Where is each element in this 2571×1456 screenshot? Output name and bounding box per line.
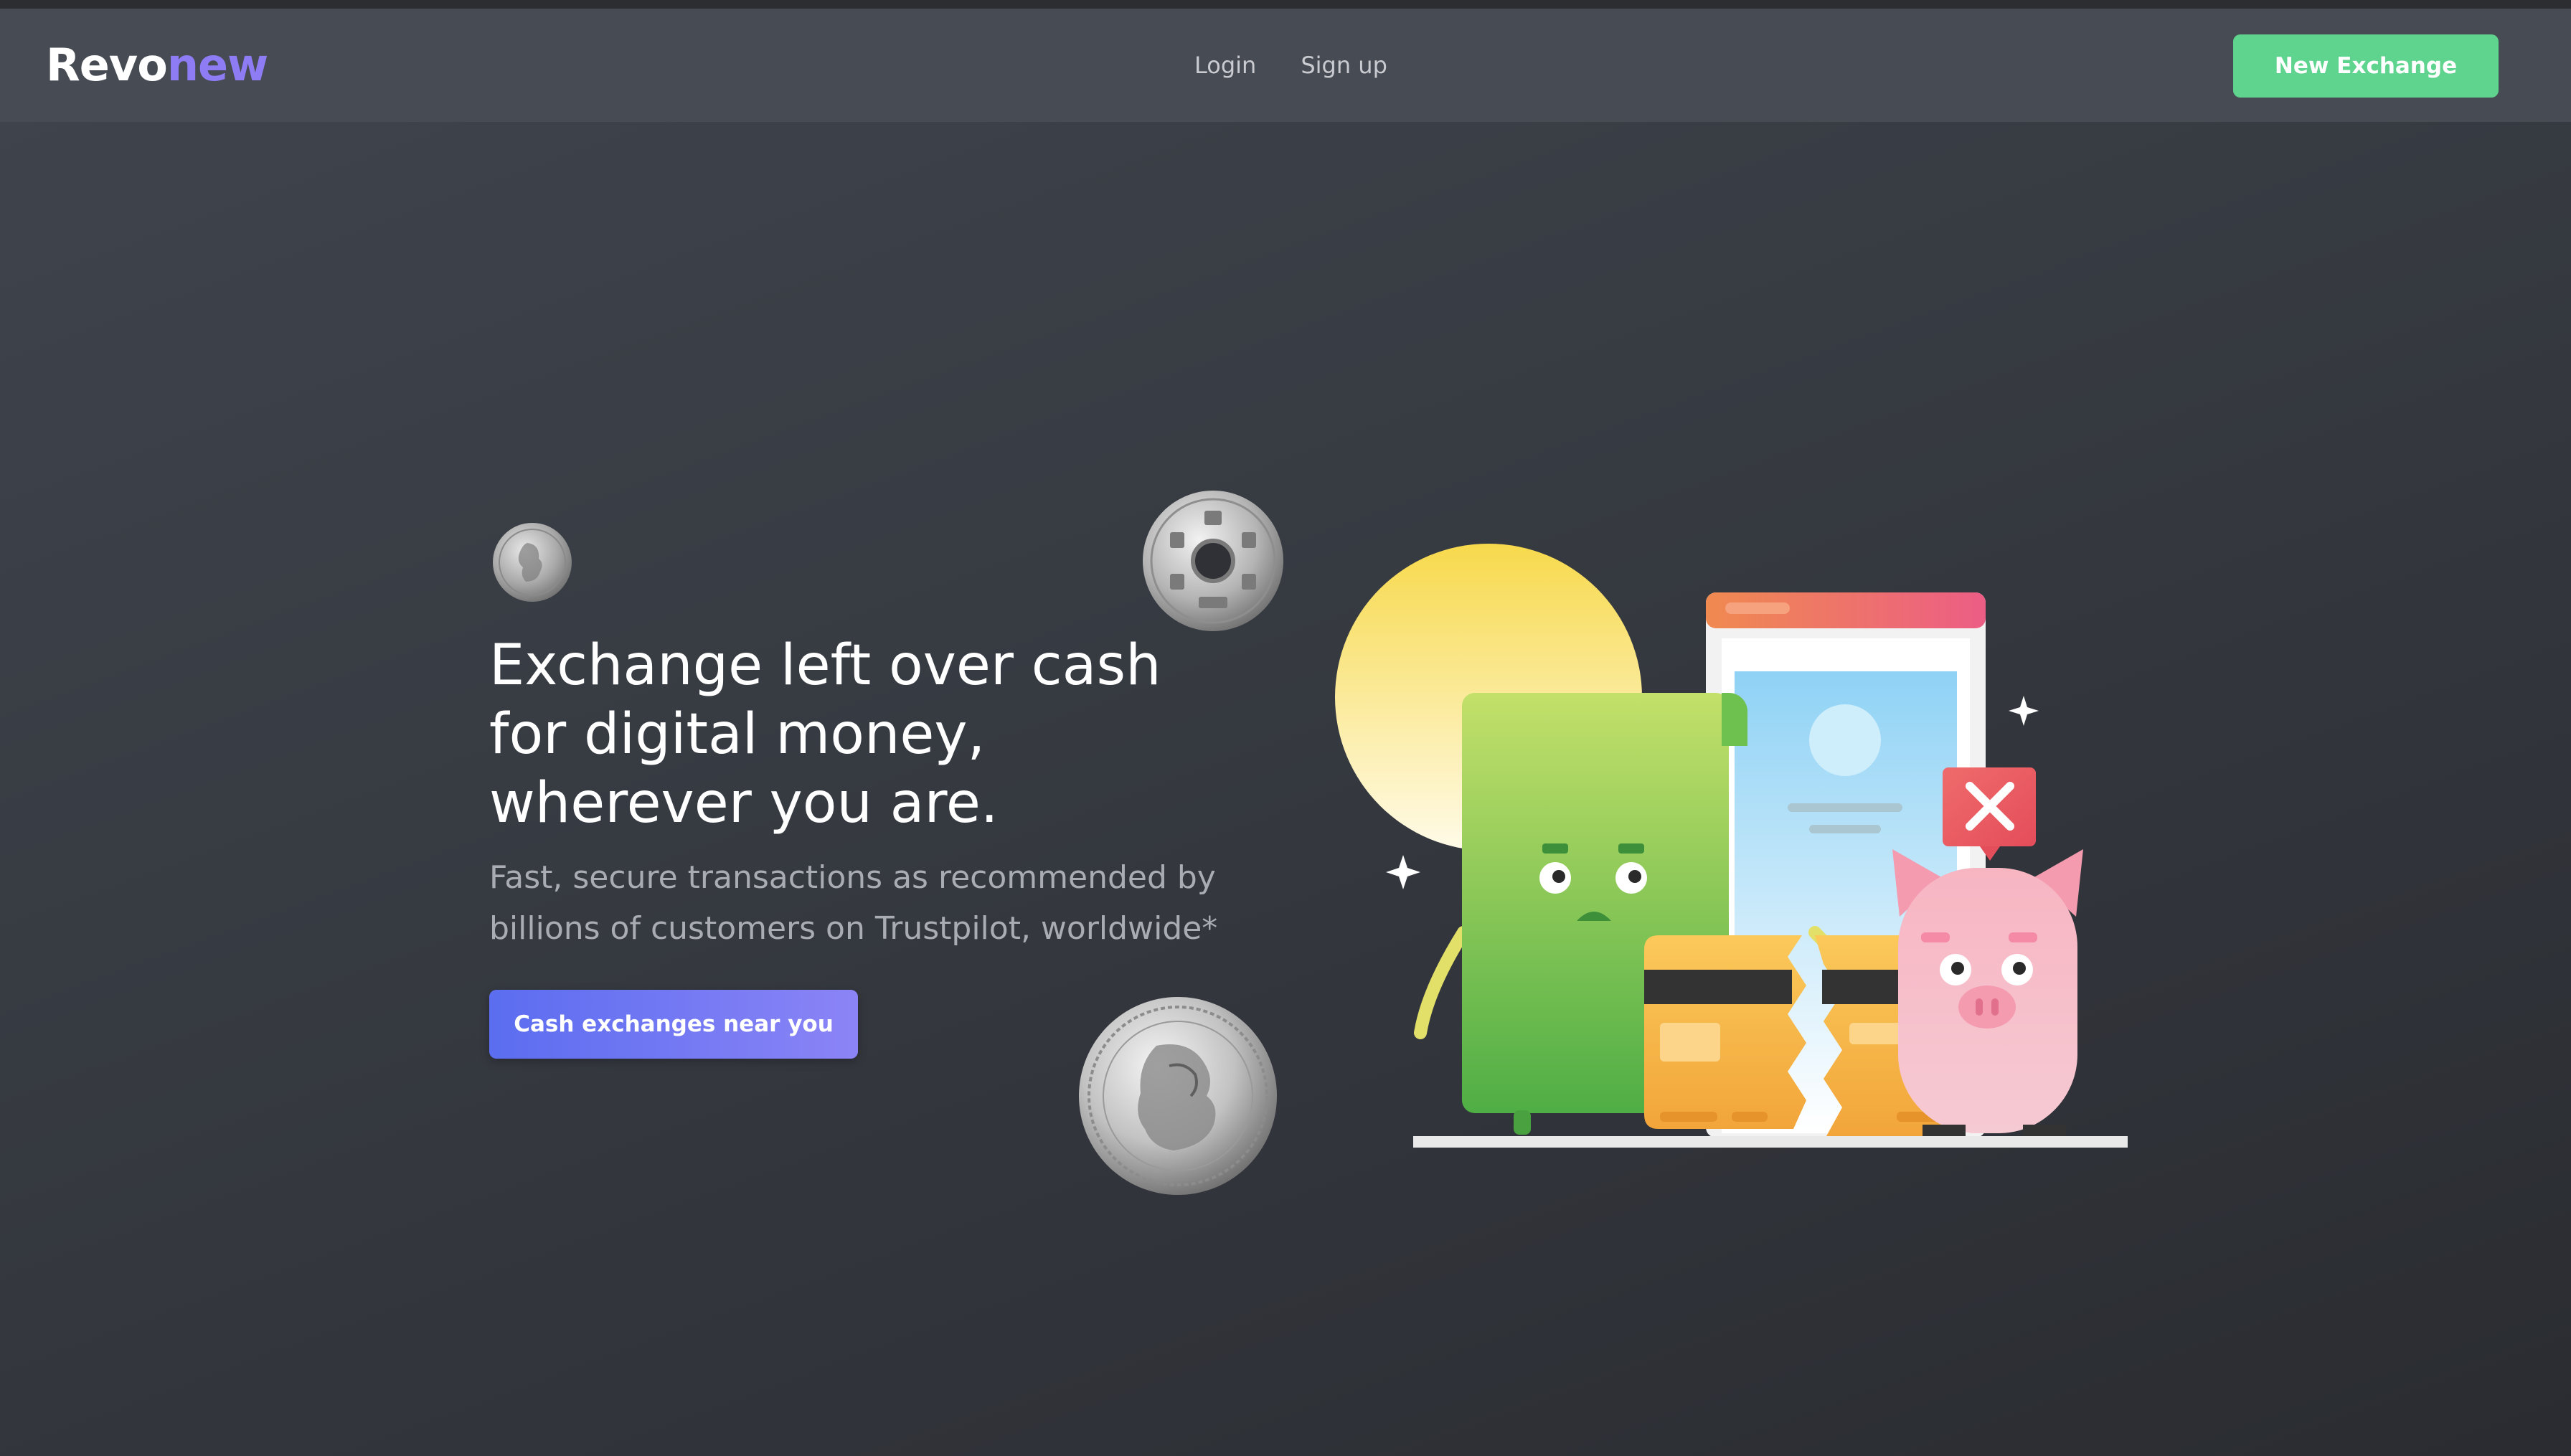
nav-links: Login Sign up (1194, 52, 1387, 79)
hero-title-line-2: for digital money, (489, 702, 986, 767)
login-link[interactable]: Login (1194, 52, 1256, 79)
hero-subtitle-line-2: billions of customers on Trustpilot, wor… (489, 910, 1218, 947)
holed-yen-coin-icon (1143, 491, 1283, 631)
two-pound-coin-icon (1079, 997, 1277, 1195)
logo-part-revo: Revo (46, 39, 168, 91)
brand-logo[interactable]: Revonew (46, 39, 268, 91)
hero-subtitle: Fast, secure transactions as recommended… (489, 852, 1314, 954)
hero-title: Exchange left over cash for digital mone… (489, 631, 1207, 838)
hero-title-line-3: wherever you are. (489, 771, 999, 836)
signup-link[interactable]: Sign up (1301, 52, 1387, 79)
hero-subtitle-line-1: Fast, secure transactions as recommended… (489, 859, 1216, 896)
new-exchange-button[interactable]: New Exchange (2233, 34, 2499, 98)
cash-exchanges-near-you-button[interactable]: Cash exchanges near you (489, 990, 858, 1059)
logo-part-new: new (166, 39, 268, 91)
hero-title-line-1: Exchange left over cash (489, 633, 1161, 698)
window-top-strip (0, 0, 2571, 9)
broken-card-piggy-bank-illustration (1335, 544, 2128, 1148)
top-navbar: Revonew Login Sign up New Exchange (0, 9, 2571, 122)
small-silver-coin-icon (493, 523, 572, 602)
